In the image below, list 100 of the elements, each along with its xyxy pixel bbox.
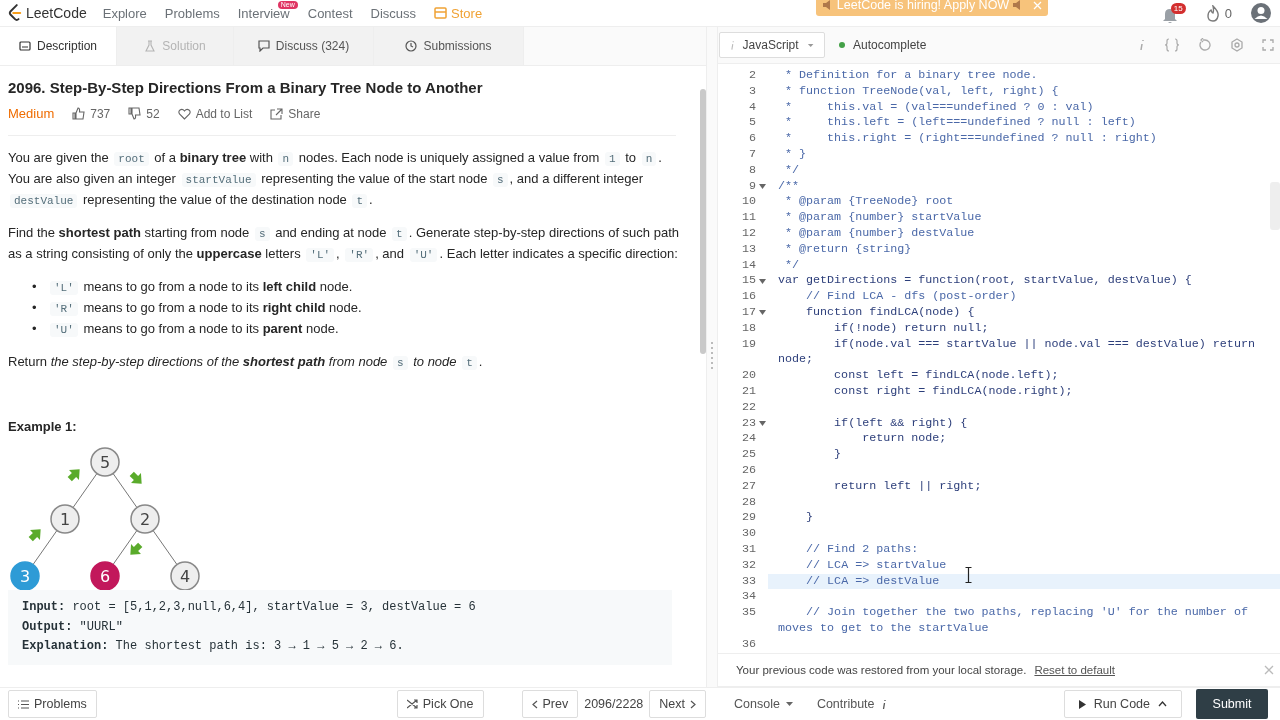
reset-link[interactable]: Reset to default — [1034, 664, 1115, 676]
line-number: 16 — [741, 289, 756, 305]
fullscreen-icon[interactable] — [1262, 39, 1274, 51]
heart-icon — [177, 107, 191, 120]
bullet-text: 'U' means to go from a node to its parent node. — [48, 319, 339, 340]
line-number: 4 — [749, 99, 756, 116]
shuffle-icon — [406, 699, 418, 709]
line-number: 31 — [741, 541, 756, 558]
logo-icon — [8, 4, 22, 22]
contribute-button[interactable]: Contribute — [806, 697, 897, 711]
example-line: Input: root = [5,1,2,3,null,6,4], startValue = 3, destValue = 6 — [22, 599, 477, 616]
tree-node: 2 — [130, 504, 160, 534]
next-button[interactable]: Next — [649, 690, 706, 718]
code-line: * this.right = (right===undefined ? null : right) — [784, 131, 1157, 147]
code-line: return node; — [861, 431, 947, 448]
line-number: 34 — [741, 589, 756, 606]
notifications-button[interactable]: 15 — [1161, 2, 1188, 24]
line-number: 2 — [749, 68, 756, 84]
info-icon[interactable] — [1138, 38, 1146, 52]
line-number: 22 — [741, 399, 756, 416]
code-line: * @param {number} startValue — [784, 210, 982, 226]
line-number: 12 — [741, 225, 756, 242]
info-icon — [880, 698, 887, 710]
line-number: 19 — [741, 336, 756, 353]
banner-text: LeetCode is hiring! Apply NOW — [836, 0, 1010, 12]
nav-link[interactable]: Explore — [102, 5, 147, 21]
fold-icon[interactable] — [758, 310, 766, 316]
problems-button[interactable]: Problems — [8, 690, 97, 718]
line-number: 9 — [749, 178, 756, 195]
code-line: * this.val = (val===undefined ? 0 : val) — [784, 99, 1094, 116]
nav-link[interactable]: Contest — [307, 5, 353, 21]
thumbs-up-icon — [72, 107, 86, 120]
share-button[interactable]: Share — [270, 106, 321, 121]
tab[interactable]: Submissions — [374, 27, 524, 65]
tab[interactable]: Description — [0, 27, 117, 65]
line-number: 8 — [749, 162, 756, 179]
logo[interactable]: LeetCode — [8, 4, 87, 22]
line-number: 28 — [741, 494, 756, 511]
pick-one-button[interactable]: Pick One — [396, 690, 484, 718]
run-code-button[interactable]: Run Code — [1063, 690, 1182, 718]
line-number: 32 — [741, 557, 756, 574]
like-button[interactable]: 737 — [72, 106, 111, 121]
line-number: 24 — [741, 431, 756, 448]
line-number: 27 — [741, 478, 756, 495]
tab[interactable]: Discuss (324) — [234, 27, 374, 65]
close-icon[interactable] — [1264, 665, 1274, 675]
code-line: * function TreeNode(val, left, right) { — [784, 83, 1059, 100]
settings-icon[interactable] — [1230, 38, 1244, 52]
code-line: * this.left = (left===undefined ? null : left) — [784, 115, 1136, 132]
bullet-text: 'L' means to go from a node to its left child node. — [48, 277, 353, 298]
avatar-icon[interactable] — [1250, 2, 1272, 24]
tree-edge — [32, 529, 58, 566]
dislike-button[interactable]: 52 — [128, 106, 160, 121]
code-line: } — [833, 447, 842, 463]
streak-button[interactable]: 0 — [1205, 4, 1232, 22]
bullet-marker: • — [32, 320, 38, 338]
code-line: if(!node) return null; — [833, 320, 989, 337]
line-number: 7 — [749, 147, 756, 163]
submit-button[interactable]: Submit — [1196, 689, 1268, 719]
chevron-left-icon — [531, 699, 538, 709]
chevron-up-icon — [1158, 701, 1167, 707]
line-number: 18 — [741, 320, 756, 337]
tree-node: 3 — [10, 561, 40, 590]
scrollbar[interactable] — [700, 89, 706, 354]
line-number: 20 — [741, 368, 756, 384]
nav-link[interactable]: Discuss — [370, 5, 417, 21]
tree-node: 5 — [90, 447, 120, 477]
line-number: 33 — [741, 573, 756, 590]
console-button[interactable]: Console — [724, 697, 803, 711]
code-line: */ — [784, 162, 800, 179]
code-line: * @return {string} — [784, 241, 912, 258]
arrow-icon — [129, 471, 142, 484]
line-number: 10 — [741, 194, 756, 211]
code-line: // Find LCA - dfs (post-order) — [805, 289, 1017, 305]
prev-button[interactable]: Prev — [521, 690, 579, 718]
drag-handle[interactable] — [711, 342, 713, 372]
autocomplete-toggle[interactable]: Autocomplete — [839, 38, 927, 52]
code-line: function findLCA(node) { — [805, 304, 975, 321]
notice-text: Your previous code was restored from your local storage. — [736, 664, 1027, 676]
line-number: 29 — [741, 510, 756, 527]
language-select[interactable]: JavaScript — [719, 32, 825, 58]
flame-icon — [1205, 4, 1220, 22]
fold-icon[interactable] — [758, 420, 766, 426]
reset-icon[interactable] — [1198, 38, 1212, 52]
nav-link[interactable]: Problems — [164, 5, 220, 21]
line-number: 3 — [749, 83, 756, 100]
line-number: 15 — [741, 273, 756, 290]
example-line: Output: "UURL" — [22, 618, 124, 636]
line-number: 5 — [749, 115, 756, 132]
code-line: * @param {TreeNode} root — [784, 194, 954, 211]
add-to-list-button[interactable]: Add to List — [177, 106, 253, 121]
line-number: 11 — [741, 210, 756, 226]
fold-icon[interactable] — [758, 278, 766, 284]
tree-node: 4 — [170, 561, 200, 590]
tree-edge — [112, 472, 138, 509]
braces-icon[interactable] — [1164, 38, 1180, 52]
description-paragraph: Return the step-by-step directions of the shortest path from node s to node t . — [8, 353, 484, 372]
code-line: } — [805, 510, 814, 527]
chevron-right-icon — [690, 699, 696, 709]
fold-icon[interactable] — [758, 183, 766, 189]
